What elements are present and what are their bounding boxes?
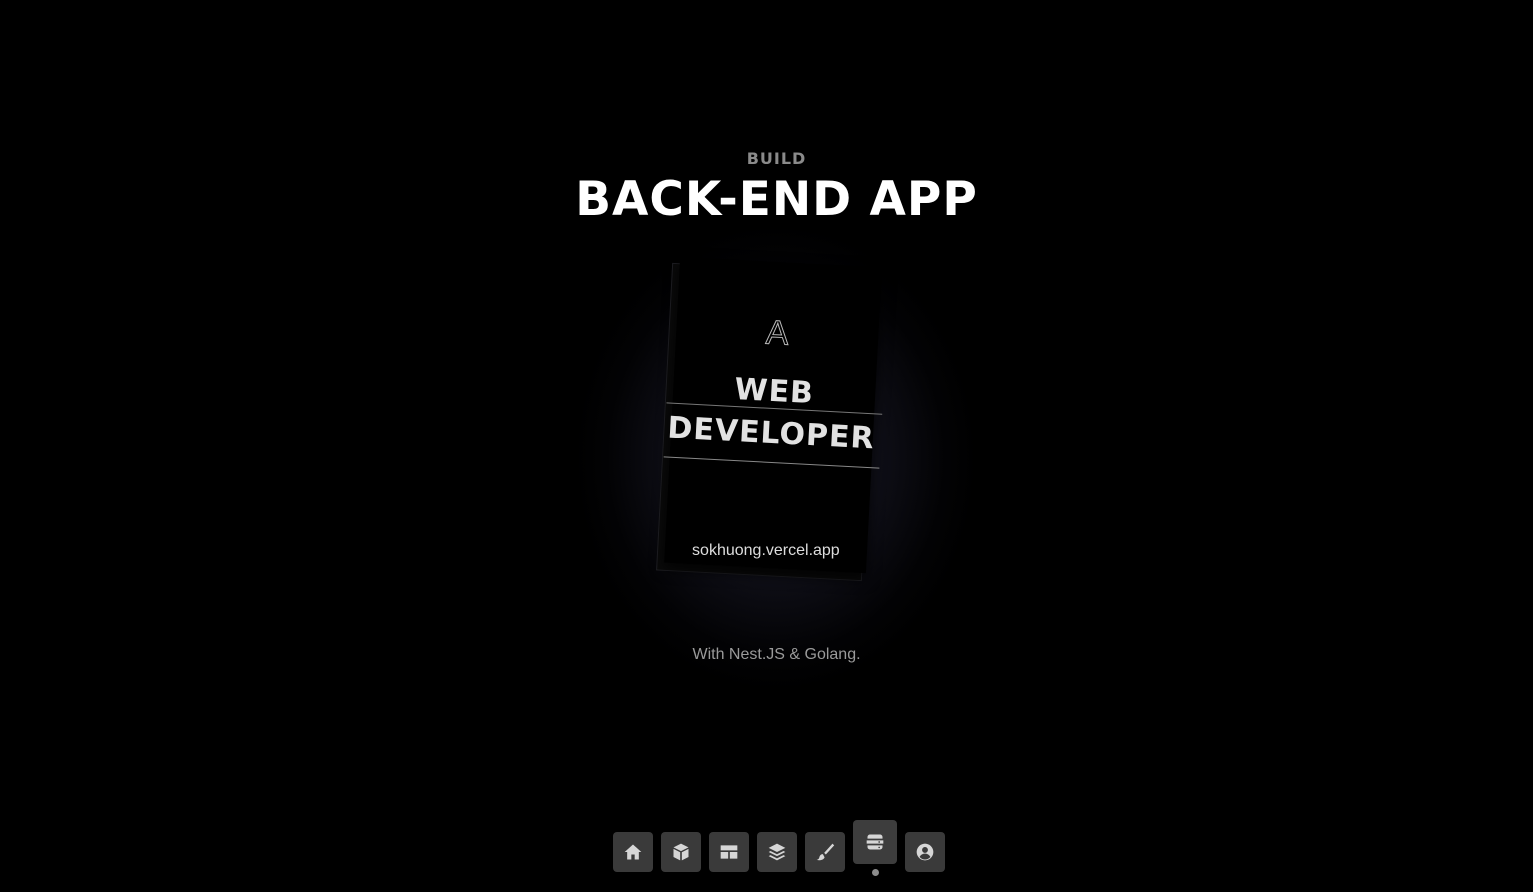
bottom-dock	[613, 820, 945, 881]
hero-eyebrow: BUILD	[746, 149, 807, 168]
dock-button-paintbrush[interactable]	[805, 832, 845, 872]
page: BUILD BACK-END APP A WEB DEVELOPER sokhu…	[0, 0, 1533, 892]
business-card-3d[interactable]: A WEB DEVELOPER sokhuong.vercel.app	[656, 256, 883, 582]
home-icon	[624, 844, 642, 860]
business-card: A WEB DEVELOPER sokhuong.vercel.app	[663, 256, 883, 574]
dock-button-layout[interactable]	[709, 832, 749, 872]
server-icon	[866, 834, 884, 850]
hero-caption: With Nest.JS & Golang.	[692, 646, 861, 663]
layers-icon	[768, 843, 786, 861]
hero-headline: BACK-END APP	[575, 172, 978, 227]
paintbrush-icon	[816, 843, 835, 861]
card-url: sokhuong.vercel.app	[692, 541, 840, 559]
active-indicator-dot	[871, 869, 879, 876]
layout-icon	[720, 845, 738, 859]
dock-button-layers[interactable]	[757, 832, 797, 872]
dock-button-profile[interactable]	[905, 832, 945, 872]
dock-button-server[interactable]	[853, 820, 897, 876]
user-circle-icon	[916, 843, 934, 861]
dock-button-cube[interactable]	[661, 832, 701, 872]
cube-icon	[673, 843, 689, 861]
dock-button-home[interactable]	[613, 832, 653, 872]
card-logo-icon: A	[764, 313, 790, 353]
